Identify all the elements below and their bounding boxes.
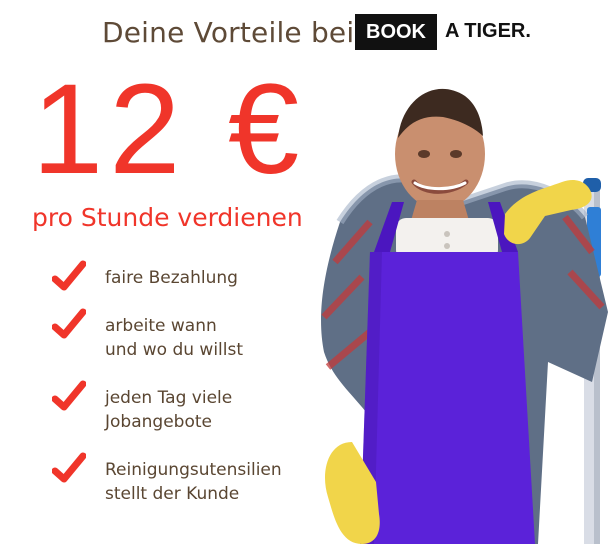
- worker-illustration: [321, 88, 608, 544]
- benefit-text: faire Bezahlung: [105, 268, 238, 288]
- check-icon: [52, 452, 86, 483]
- price: 12 €: [32, 58, 306, 201]
- logo-book: BOOK: [355, 14, 437, 50]
- benefit-text: arbeite wann und wo du willst: [105, 316, 244, 360]
- check-icon: [52, 380, 86, 411]
- price-subline: pro Stunde verdienen: [32, 203, 303, 232]
- logo-a-tiger: A TIGER.: [445, 20, 531, 42]
- header: Deine Vorteile bei BOOK A TIGER.: [0, 0, 616, 62]
- check-icon: [52, 308, 86, 339]
- headline: Deine Vorteile bei: [102, 16, 355, 49]
- benefit-text: Reinigungsutensilien stellt der Kunde: [105, 460, 282, 504]
- check-icon: [52, 260, 86, 291]
- benefit-text: jeden Tag viele Jobangebote: [105, 388, 233, 432]
